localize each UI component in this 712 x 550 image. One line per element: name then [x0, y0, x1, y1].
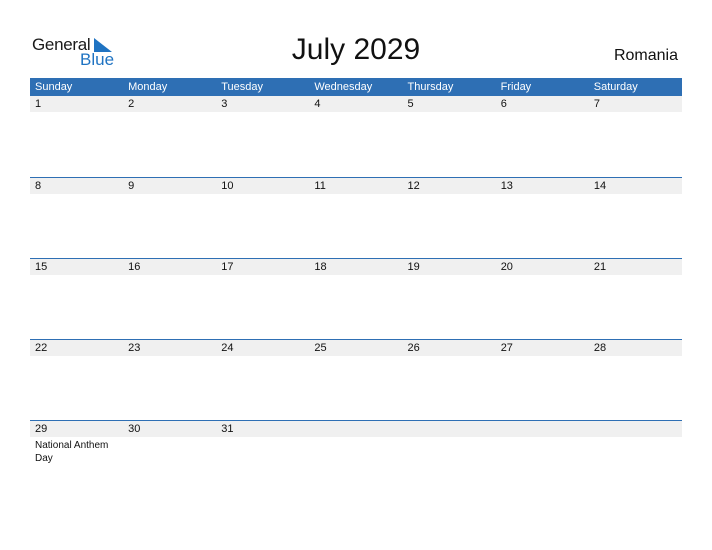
day-number: 31 — [221, 423, 234, 435]
day-cell: 23 — [123, 339, 216, 420]
day-cell: 7 — [589, 95, 682, 176]
weekday-thursday: Thursday — [407, 81, 454, 93]
day-cell: 18 — [309, 258, 402, 339]
weekday-friday: Friday — [500, 81, 532, 93]
day-cell — [309, 420, 402, 501]
day-number: 21 — [593, 261, 607, 273]
day-cell — [496, 420, 589, 501]
day-number: 22 — [35, 342, 48, 354]
weekday-sunday: Sunday — [35, 81, 73, 93]
day-cell: 20 — [496, 258, 589, 339]
day-cell: 11 — [309, 177, 402, 258]
day-cell: 17 — [216, 258, 309, 339]
weekday-wednesday: Wednesday — [314, 81, 373, 93]
day-number: 9 — [128, 180, 135, 192]
day-number: 15 — [35, 261, 48, 273]
week-row: 22 23 24 25 26 27 28 — [30, 339, 682, 420]
day-cell: 5 — [403, 95, 496, 176]
day-number: 20 — [500, 261, 513, 273]
weekday-monday: Monday — [128, 81, 168, 93]
day-cell — [403, 420, 496, 501]
day-cell: 8 — [30, 177, 123, 258]
day-cell: 10 — [216, 177, 309, 258]
day-number: 2 — [128, 98, 135, 110]
day-cell: 13 — [496, 177, 589, 258]
day-cell: 19 — [403, 258, 496, 339]
day-number: 5 — [407, 98, 414, 110]
day-cell: 25 — [309, 339, 402, 420]
day-number: 19 — [407, 261, 420, 273]
day-cell: 9 — [123, 177, 216, 258]
country-label: Romania — [613, 47, 678, 64]
day-number: 18 — [314, 261, 327, 273]
day-cell: 16 — [123, 258, 216, 339]
day-cell: 12 — [403, 177, 496, 258]
day-number: 26 — [407, 342, 420, 354]
week-row: 29 National Anthem Day 30 31 — [30, 420, 682, 501]
day-number: 3 — [221, 98, 228, 110]
day-cell: 21 — [589, 258, 682, 339]
day-number: 7 — [593, 98, 600, 110]
day-number: 10 — [221, 180, 234, 192]
day-cell: 30 — [123, 420, 216, 501]
day-number: 27 — [500, 342, 513, 354]
day-cell: 27 — [496, 339, 589, 420]
day-number: 24 — [221, 342, 234, 354]
calendar-title: July 2029 — [291, 33, 421, 66]
day-cell: 14 — [589, 177, 682, 258]
day-number: 1 — [35, 98, 42, 110]
day-cell: 29 National Anthem Day — [30, 420, 123, 501]
day-cell: 31 — [216, 420, 309, 501]
day-number: 8 — [35, 180, 42, 192]
day-number: 28 — [593, 342, 607, 354]
day-number: 25 — [314, 342, 327, 354]
week-row: 15 16 17 18 19 20 21 — [30, 258, 682, 339]
day-cell: 24 — [216, 339, 309, 420]
day-cell: 22 — [30, 339, 123, 420]
day-cell: 2 — [123, 95, 216, 176]
day-number: 11 — [314, 180, 326, 192]
day-cell: 4 — [309, 95, 402, 176]
day-cell: 1 — [30, 95, 123, 176]
weekday-tuesday: Tuesday — [221, 81, 264, 93]
day-cell: 3 — [216, 95, 309, 176]
day-number: 12 — [407, 180, 420, 192]
day-cell — [589, 420, 682, 501]
day-number: 16 — [128, 261, 141, 273]
day-number: 30 — [128, 423, 141, 435]
day-number: 6 — [500, 98, 507, 110]
day-cell: 26 — [403, 339, 496, 420]
holiday-event: National Anthem Day — [35, 440, 109, 464]
day-number: 29 — [35, 423, 48, 435]
day-number: 23 — [128, 342, 141, 354]
week-row: 1 2 3 4 5 6 7 — [30, 95, 682, 176]
day-number: 17 — [221, 261, 234, 273]
weekday-header: Sunday Monday Tuesday Wednesday Thursday Frid… — [30, 78, 682, 96]
day-number: 4 — [314, 98, 321, 110]
day-cell: 28 — [589, 339, 682, 420]
day-number: 13 — [500, 180, 513, 192]
day-cell: 15 — [30, 258, 123, 339]
day-cell: 6 — [496, 95, 589, 176]
day-number: 14 — [593, 180, 607, 192]
weekday-saturday: Saturday — [593, 81, 638, 93]
week-row: 8 9 10 11 12 13 14 — [30, 177, 682, 258]
